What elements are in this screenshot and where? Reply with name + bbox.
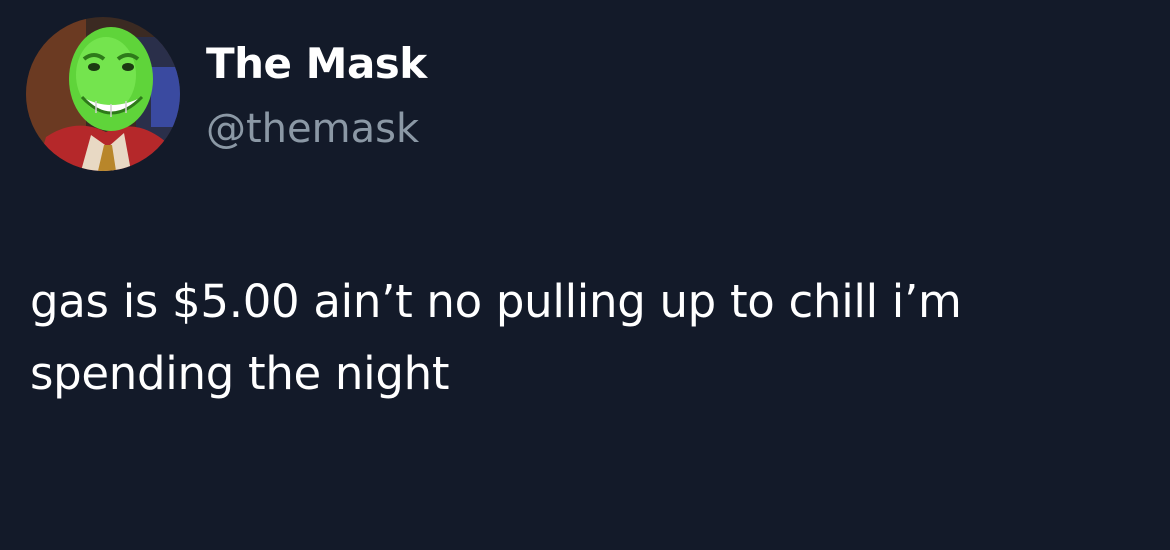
display-name[interactable]: The Mask: [206, 38, 427, 90]
tweet-card: The Mask @themask gas is $5.00 ain’t no …: [0, 0, 1170, 550]
user-handle[interactable]: @themask: [206, 104, 419, 154]
tweet-text-line: spending the night: [30, 347, 450, 400]
the-mask-avatar-icon: [26, 17, 180, 171]
tweet-text: gas is $5.00 ain’t no pulling up to chil…: [30, 266, 1140, 410]
tweet-text-line: gas is $5.00 ain’t no pulling up to chil…: [30, 275, 962, 328]
avatar[interactable]: [26, 17, 180, 171]
